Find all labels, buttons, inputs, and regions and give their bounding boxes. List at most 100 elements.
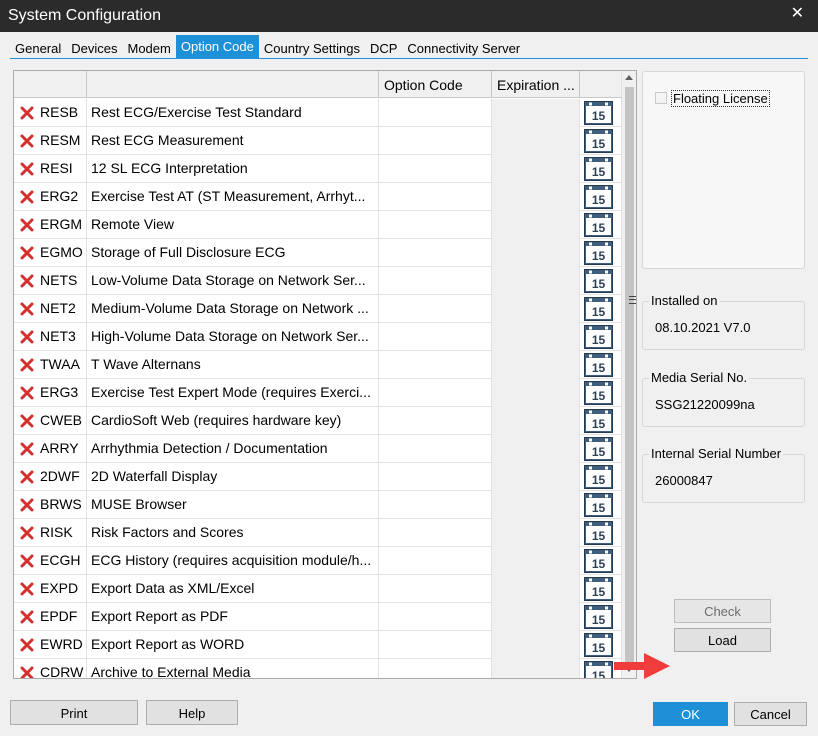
calendar-icon[interactable]: 15: [584, 101, 613, 125]
calendar-cell[interactable]: 15: [580, 491, 621, 519]
description-cell[interactable]: Export Report as WORD: [87, 631, 379, 659]
description-cell[interactable]: 12 SL ECG Interpretation: [87, 155, 379, 183]
description-cell[interactable]: Export Report as PDF: [87, 603, 379, 631]
expiration-cell[interactable]: [492, 379, 580, 407]
description-cell[interactable]: Risk Factors and Scores: [87, 519, 379, 547]
option-code-input-cell[interactable]: [379, 295, 492, 323]
description-cell[interactable]: Remote View: [87, 211, 379, 239]
option-code-cell[interactable]: RESI: [14, 155, 87, 183]
description-cell[interactable]: Export Data as XML/Excel: [87, 575, 379, 603]
calendar-icon[interactable]: 15: [584, 409, 613, 433]
calendar-icon[interactable]: 15: [584, 661, 613, 679]
option-code-cell[interactable]: ERG2: [14, 183, 87, 211]
option-code-cell[interactable]: CWEB: [14, 407, 87, 435]
option-code-cell[interactable]: ERG3: [14, 379, 87, 407]
option-code-cell[interactable]: 2DWF: [14, 463, 87, 491]
expiration-cell[interactable]: [492, 295, 580, 323]
load-button[interactable]: Load: [674, 628, 771, 652]
option-code-input-cell[interactable]: [379, 127, 492, 155]
expiration-cell[interactable]: [492, 575, 580, 603]
option-code-input-cell[interactable]: [379, 267, 492, 295]
description-cell[interactable]: MUSE Browser: [87, 491, 379, 519]
calendar-cell[interactable]: 15: [580, 323, 621, 351]
option-code-input-cell[interactable]: [379, 407, 492, 435]
option-code-input-cell[interactable]: [379, 463, 492, 491]
table-row[interactable]: EPDF Export Report as PDF 15: [14, 603, 621, 631]
table-row[interactable]: ERG2 Exercise Test AT (ST Measurement, Ar…: [14, 183, 621, 211]
tab-devices[interactable]: Devices: [66, 38, 122, 58]
calendar-icon[interactable]: 15: [584, 465, 613, 489]
expiration-cell[interactable]: [492, 603, 580, 631]
ok-button[interactable]: OK: [653, 702, 728, 726]
calendar-cell[interactable]: 15: [580, 99, 621, 127]
expiration-cell[interactable]: [492, 435, 580, 463]
description-cell[interactable]: Exercise Test Expert Mode (requires Exer…: [87, 379, 379, 407]
table-row[interactable]: RESI 12 SL ECG Interpretation 15: [14, 155, 621, 183]
description-cell[interactable]: Storage of Full Disclosure ECG: [87, 239, 379, 267]
option-code-input-cell[interactable]: [379, 211, 492, 239]
table-row[interactable]: RISK Risk Factors and Scores 15: [14, 519, 621, 547]
tab-option-code[interactable]: Option Code: [175, 35, 259, 58]
print-button[interactable]: Print: [10, 700, 138, 725]
description-cell[interactable]: T Wave Alternans: [87, 351, 379, 379]
description-cell[interactable]: Low-Volume Data Storage on Network Ser..…: [87, 267, 379, 295]
description-cell[interactable]: Rest ECG/Exercise Test Standard: [87, 99, 379, 127]
header-option-code[interactable]: Option Code: [379, 71, 492, 98]
option-code-cell[interactable]: RESM: [14, 127, 87, 155]
option-code-input-cell[interactable]: [379, 351, 492, 379]
table-row[interactable]: NET2 Medium-Volume Data Storage on Networ…: [14, 295, 621, 323]
scroll-up-icon[interactable]: [625, 75, 633, 80]
calendar-icon[interactable]: 15: [584, 157, 613, 181]
vertical-scrollbar[interactable]: [621, 71, 636, 678]
expiration-cell[interactable]: [492, 183, 580, 211]
calendar-icon[interactable]: 15: [584, 185, 613, 209]
option-code-cell[interactable]: ARRY: [14, 435, 87, 463]
calendar-icon[interactable]: 15: [584, 241, 613, 265]
calendar-icon[interactable]: 15: [584, 633, 613, 657]
calendar-icon[interactable]: 15: [584, 129, 613, 153]
table-row[interactable]: ARRY Arrhythmia Detection / Documentation…: [14, 435, 621, 463]
header-description[interactable]: [87, 71, 379, 98]
tab-general[interactable]: General: [10, 38, 66, 58]
option-code-cell[interactable]: EWRD: [14, 631, 87, 659]
option-code-cell[interactable]: CDRW: [14, 659, 87, 678]
expiration-cell[interactable]: [492, 631, 580, 659]
expiration-cell[interactable]: [492, 463, 580, 491]
calendar-cell[interactable]: 15: [580, 547, 621, 575]
option-code-cell[interactable]: NET3: [14, 323, 87, 351]
tab-country-settings[interactable]: Country Settings: [259, 38, 365, 58]
tab-dcp[interactable]: DCP: [365, 38, 402, 58]
table-row[interactable]: EXPD Export Data as XML/Excel 15: [14, 575, 621, 603]
expiration-cell[interactable]: [492, 519, 580, 547]
option-code-input-cell[interactable]: [379, 631, 492, 659]
table-row[interactable]: ERG3 Exercise Test Expert Mode (requires …: [14, 379, 621, 407]
option-code-cell[interactable]: RESB: [14, 99, 87, 127]
calendar-cell[interactable]: 15: [580, 295, 621, 323]
option-code-input-cell[interactable]: [379, 659, 492, 678]
calendar-cell[interactable]: 15: [580, 351, 621, 379]
option-code-cell[interactable]: EPDF: [14, 603, 87, 631]
floating-license-checkbox[interactable]: [655, 92, 667, 104]
calendar-icon[interactable]: 15: [584, 605, 613, 629]
table-row[interactable]: EWRD Export Report as WORD 15: [14, 631, 621, 659]
calendar-cell[interactable]: 15: [580, 435, 621, 463]
calendar-cell[interactable]: 15: [580, 127, 621, 155]
tab-modem[interactable]: Modem: [123, 38, 176, 58]
description-cell[interactable]: Medium-Volume Data Storage on Network ..…: [87, 295, 379, 323]
expiration-cell[interactable]: [492, 351, 580, 379]
option-grid[interactable]: Option Code Expiration ... RESB Rest ECG/…: [13, 70, 637, 679]
tab-connectivity-server[interactable]: Connectivity Server: [402, 38, 525, 58]
table-row[interactable]: CWEB CardioSoft Web (requires hardware ke…: [14, 407, 621, 435]
table-row[interactable]: NET3 High-Volume Data Storage on Network …: [14, 323, 621, 351]
option-code-input-cell[interactable]: [379, 603, 492, 631]
header-code[interactable]: [14, 71, 87, 98]
calendar-cell[interactable]: 15: [580, 603, 621, 631]
scroll-thumb[interactable]: [625, 87, 636, 663]
calendar-cell[interactable]: 15: [580, 519, 621, 547]
calendar-cell[interactable]: 15: [580, 155, 621, 183]
calendar-icon[interactable]: 15: [584, 297, 613, 321]
option-code-input-cell[interactable]: [379, 491, 492, 519]
calendar-cell[interactable]: 15: [580, 379, 621, 407]
table-row[interactable]: NETS Low-Volume Data Storage on Network S…: [14, 267, 621, 295]
calendar-cell[interactable]: 15: [580, 239, 621, 267]
